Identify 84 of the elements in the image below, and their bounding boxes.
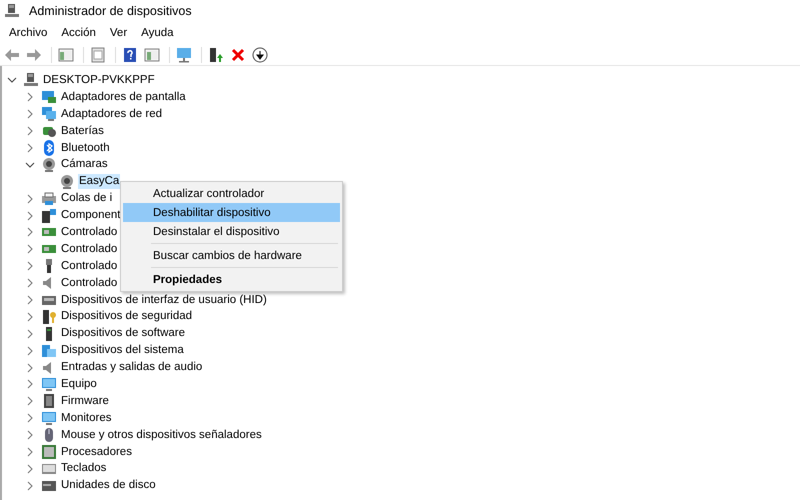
component-icon [41, 208, 57, 224]
expand-chevron-icon[interactable] [25, 379, 35, 390]
collapse-chevron-icon[interactable] [25, 160, 35, 170]
tree-item[interactable]: Dispositivos de interfaz de usuario (HID) [60, 292, 268, 308]
back-arrow-icon[interactable] [4, 46, 20, 62]
expand-chevron-icon[interactable] [25, 312, 35, 322]
tree-item[interactable]: Procesadores [60, 444, 133, 460]
bluetooth-icon [41, 140, 57, 156]
system-device-icon [41, 342, 57, 359]
tree-item[interactable]: Dispositivos de software [60, 326, 186, 342]
tree-item[interactable]: Entradas y salidas de audio [60, 360, 204, 376]
tree-item[interactable]: Monitores [60, 410, 112, 426]
delete-icon[interactable] [230, 46, 246, 62]
expand-chevron-icon[interactable] [25, 92, 35, 102]
tree-item[interactable]: DESKTOP-PVKKPPF [42, 72, 156, 88]
expand-chevron-icon[interactable] [25, 447, 35, 458]
expand-chevron-icon[interactable] [25, 227, 35, 238]
tree-item[interactable]: Equipo [60, 376, 98, 392]
expand-chevron-icon[interactable] [25, 210, 35, 221]
computer-icon [23, 72, 39, 88]
tree-item[interactable]: Baterías [60, 124, 105, 139]
window-title: Administrador de dispositivos [29, 2, 192, 20]
expand-chevron-icon[interactable] [25, 413, 35, 424]
menu-item[interactable]: Propiedades [123, 270, 340, 289]
network-icon [41, 106, 57, 122]
expand-chevron-icon[interactable] [25, 346, 35, 356]
tree-item[interactable]: Dispositivos del sistema [60, 343, 185, 358]
processor-icon [41, 444, 57, 460]
tree-item[interactable]: Adaptadores de red [60, 106, 164, 122]
scan-hardware-icon[interactable] [176, 46, 192, 62]
security-device-icon [41, 308, 57, 325]
expand-chevron-icon[interactable] [25, 126, 35, 136]
menu-item[interactable]: Buscar cambios de hardware [123, 246, 340, 265]
expand-chevron-icon[interactable] [25, 396, 35, 406]
console-tree-icon[interactable] [58, 46, 74, 62]
menu-item[interactable]: Acción [54, 23, 103, 43]
firmware-icon [41, 393, 57, 410]
expand-chevron-icon[interactable] [25, 328, 35, 339]
action-pane-icon[interactable] [144, 46, 160, 62]
tree-item[interactable]: Teclados [60, 461, 108, 476]
tree-item[interactable]: Component [60, 208, 122, 224]
expand-chevron-icon[interactable] [25, 143, 35, 153]
tree-item[interactable]: Firmware [60, 394, 110, 409]
tree-item[interactable]: Controlado [60, 242, 118, 257]
menu-item[interactable]: Desinstalar el dispositivo [123, 222, 340, 241]
menu-item[interactable]: Actualizar controlador [123, 184, 340, 203]
expand-chevron-icon[interactable] [25, 464, 35, 474]
help-icon[interactable] [122, 46, 138, 62]
expand-chevron-icon[interactable] [25, 295, 35, 306]
tree-item[interactable]: Controlado [60, 258, 118, 274]
menu-item[interactable]: Deshabilitar dispositivo [123, 203, 340, 222]
tree-item[interactable]: Unidades de disco [60, 478, 157, 494]
tree-item[interactable]: Controlado [60, 276, 118, 291]
expand-chevron-icon[interactable] [25, 278, 35, 288]
update-driver-icon[interactable] [208, 46, 224, 62]
tree-item[interactable]: Colas de i [60, 191, 114, 206]
webcam-icon [59, 174, 75, 190]
download-icon[interactable] [252, 46, 268, 62]
expand-chevron-icon[interactable] [25, 362, 35, 373]
webcam-icon [41, 156, 57, 173]
display-card-icon [41, 89, 57, 106]
collapse-chevron-icon[interactable] [7, 75, 17, 86]
forward-arrow-icon[interactable] [26, 46, 42, 62]
properties-sheet-icon[interactable] [90, 46, 106, 62]
tree-item[interactable]: Bluetooth [60, 140, 111, 156]
tree-item[interactable]: Mouse y otros dispositivos señaladores [60, 428, 263, 443]
expand-chevron-icon[interactable] [25, 109, 35, 120]
menu-item[interactable]: Archivo [2, 23, 54, 43]
tree-item[interactable]: Dispositivos de seguridad [60, 309, 194, 324]
tree-item[interactable]: Cámaras [60, 157, 109, 172]
computer-icon [4, 3, 20, 19]
tree-item[interactable]: Adaptadores de pantalla [60, 90, 187, 105]
expand-chevron-icon[interactable] [25, 194, 35, 204]
menu-item[interactable]: Ayuda [134, 23, 181, 43]
monitor-icon [41, 410, 57, 426]
tree-item[interactable]: Controlado [60, 224, 118, 240]
expand-chevron-icon[interactable] [25, 244, 35, 254]
menu-item[interactable]: Ver [102, 23, 134, 43]
expand-chevron-icon[interactable] [25, 480, 35, 491]
tree-item[interactable]: EasyCa [78, 174, 120, 190]
expand-chevron-icon[interactable] [25, 261, 35, 272]
expand-chevron-icon[interactable] [25, 430, 35, 440]
printer-icon [41, 190, 57, 207]
monitor-icon [41, 376, 57, 392]
